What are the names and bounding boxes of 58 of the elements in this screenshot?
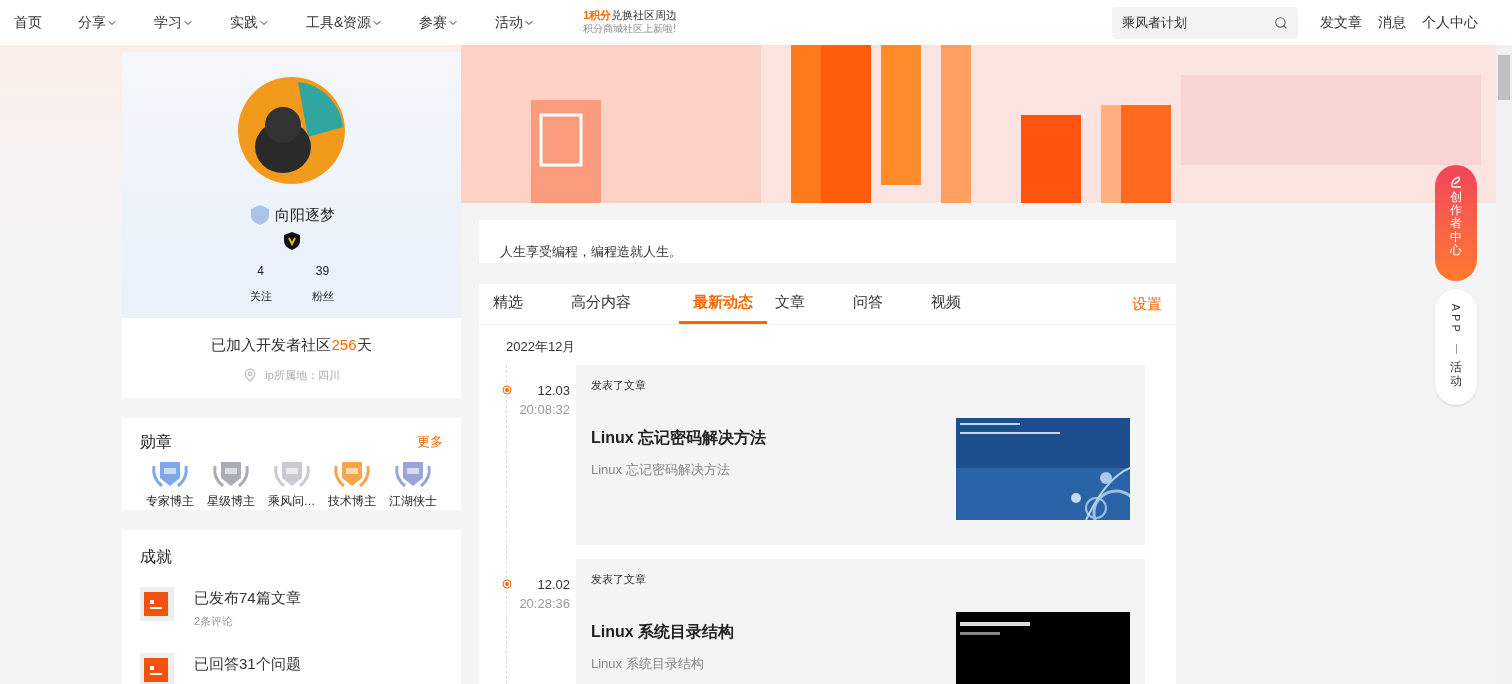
article-title: Linux 系统目录结构: [591, 622, 735, 642]
nav-link[interactable]: 参赛: [419, 12, 460, 33]
tab[interactable]: 高分内容: [571, 283, 631, 324]
header-link[interactable]: 发文章: [1320, 12, 1362, 33]
article-title: Linux 忘记密码解决方法: [591, 428, 767, 448]
section-title: 成就: [140, 547, 173, 568]
nav-link[interactable]: 实践: [230, 12, 270, 33]
join-text: 已加入开发者社区256天: [211, 335, 372, 355]
nav-link[interactable]: 工具&资源: [306, 12, 384, 33]
stat-label: 关注: [249, 288, 272, 304]
badge-label: 技术博主: [328, 494, 377, 509]
badge-label: 星级博主: [206, 494, 255, 509]
stat-value: 39: [315, 262, 330, 280]
section-title: 勋章: [140, 432, 172, 452]
stat-value: 4: [257, 262, 264, 280]
search-field[interactable]: 乘风者计划: [1112, 6, 1298, 39]
header-link[interactable]: 个人中心: [1422, 12, 1478, 33]
action-label: 发表了文章: [591, 571, 647, 587]
location-icon: [243, 367, 258, 382]
user-name: 向阳逐梦: [274, 205, 335, 225]
timeline-dot: [502, 384, 512, 395]
scrollbar-thumb[interactable]: [1498, 55, 1510, 100]
article-summary: Linux 忘记密码解决方法: [591, 461, 731, 479]
tab[interactable]: 文章: [775, 283, 805, 324]
achievement-subtitle: 2条评论: [194, 613, 235, 629]
entry-time: 20:28:36: [519, 595, 570, 613]
nav-link[interactable]: 分享: [78, 12, 118, 33]
document-icon: [140, 587, 174, 622]
verified-icon: [283, 231, 300, 250]
article-summary: Linux 系统目录结构: [591, 655, 705, 673]
app-activity-button[interactable]: APP 活动: [1435, 289, 1477, 405]
achievement-title: 已回答31个问题: [194, 654, 301, 675]
tab[interactable]: 视频: [931, 283, 961, 324]
entry-time: 20:08:32: [519, 401, 570, 419]
entry-date: 12.02: [537, 575, 570, 594]
shield-icon: [248, 204, 271, 227]
search-icon: [1274, 15, 1288, 30]
article-card[interactable]: 发表了文章 Linux 忘记密码解决方法 Linux 忘记密码解决方法: [576, 364, 1145, 545]
article-card[interactable]: 发表了文章 Linux 系统目录结构 Linux 系统目录结构: [576, 558, 1145, 684]
nav-link[interactable]: 活动: [495, 12, 536, 33]
nav-link[interactable]: 学习: [154, 12, 194, 33]
promo-banner[interactable]: 1积分兑换社区周边 积分商城社区上新啦!: [583, 9, 678, 36]
bio-text: 人生享受编程，编程造就人生。: [500, 244, 682, 259]
entry-date: 12.03: [537, 381, 570, 400]
tab[interactable]: 精选: [493, 283, 523, 324]
location-text: ip所属地：四川: [265, 367, 340, 383]
nav-link[interactable]: 首页: [14, 12, 42, 33]
month-label: 2022年12月: [506, 338, 577, 356]
badge-label: 专家博主: [146, 494, 194, 509]
achievement-title: 已发布74篇文章: [194, 588, 301, 609]
badge-label: 乘风问…: [267, 494, 316, 509]
stat-label: 粉丝: [311, 288, 334, 304]
timeline-dot: [502, 578, 512, 589]
pen-icon: [1449, 175, 1463, 189]
badge-label: 江湖侠士: [389, 494, 437, 509]
action-label: 发表了文章: [591, 377, 647, 393]
tab[interactable]: 问答: [853, 283, 883, 324]
header-link[interactable]: 消息: [1378, 12, 1406, 33]
